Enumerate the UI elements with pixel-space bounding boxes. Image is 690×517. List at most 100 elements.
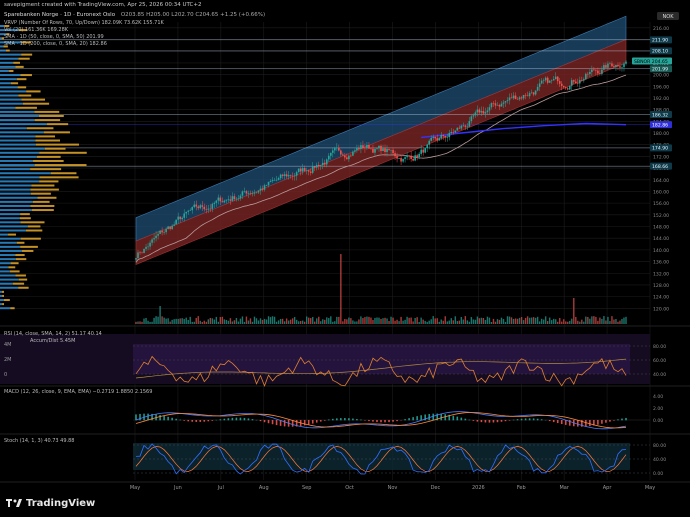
macd-hist-bar xyxy=(199,420,202,422)
vrvp-up-bar xyxy=(0,176,40,179)
volume-bar xyxy=(380,318,382,324)
volume-bar xyxy=(225,319,228,324)
volume-bar xyxy=(384,317,386,324)
macd-hist-bar xyxy=(139,413,141,421)
candle-body xyxy=(617,64,619,67)
volume-bar xyxy=(221,316,224,324)
candle-body xyxy=(338,147,340,151)
vrvp-down-bar xyxy=(43,131,70,134)
sma200-legend[interactable]: SMA · 1D (200, close, 0, SMA, 20) 182.86 xyxy=(4,41,107,47)
vrvp-legend[interactable]: VRVP (Number Of Rows, 70, Up/Down) 182.0… xyxy=(4,20,164,26)
candle-body xyxy=(498,104,501,107)
vrvp-up-bar xyxy=(0,180,40,183)
rsi-tick-2: 40.00 xyxy=(653,372,666,378)
rsi-legend[interactable]: RSI (14, close, SMA, 14, 2) 51.17 40.14 xyxy=(4,331,102,337)
macd-hist-bar xyxy=(452,415,455,421)
candle-body xyxy=(416,155,418,158)
candle-body xyxy=(366,145,368,149)
candle-body xyxy=(460,125,463,129)
candle-body xyxy=(281,174,284,176)
candle-body xyxy=(478,109,481,113)
candle-body xyxy=(185,211,188,214)
candle-body xyxy=(494,103,497,106)
sma50-legend[interactable]: SMA · 1D (50, close, 0, SMA, 50) 201.99 xyxy=(4,34,104,40)
volume-bar xyxy=(432,316,434,324)
candle-body xyxy=(209,208,212,210)
vrvp-up-bar xyxy=(0,45,4,48)
volume-bar xyxy=(285,318,288,324)
volume-bar xyxy=(603,316,605,324)
tradingview-logo-icon xyxy=(6,499,22,507)
vrvp-down-bar xyxy=(30,204,55,207)
vrvp-down-bar xyxy=(21,53,33,56)
macd-hist-bar xyxy=(468,419,471,421)
stoch-legend[interactable]: Stoch (14, 1, 3) 40.73 49.88 xyxy=(4,438,75,444)
tradingview-footer[interactable]: TradingView xyxy=(6,498,95,509)
volume-bar xyxy=(444,316,446,324)
volume-bar xyxy=(376,317,378,324)
volume-bar xyxy=(382,318,384,324)
volume-bar xyxy=(575,316,577,324)
candle-body xyxy=(454,130,457,133)
volume-bar xyxy=(605,320,607,324)
volume-bar xyxy=(619,320,621,324)
vrvp-down-bar xyxy=(5,49,10,52)
volume-bar xyxy=(528,317,531,324)
volume-bar xyxy=(177,318,179,324)
rsi-band xyxy=(133,344,630,374)
price-chart[interactable]: May Jun Jul Aug Sep Oct Nov Dec 2026 Feb Mar Apr May… xyxy=(0,0,690,517)
candle-body xyxy=(183,213,185,218)
macd-hist-bar xyxy=(231,417,234,421)
candle-body xyxy=(207,208,210,210)
candle-body xyxy=(462,125,465,127)
macd-tick-1: 2.00 xyxy=(653,406,663,412)
volume-bar xyxy=(141,321,143,324)
vrvp-up-bar xyxy=(0,110,35,113)
macd-tick-0: 4.00 xyxy=(653,394,663,400)
candle-body xyxy=(227,199,230,200)
volume-bar xyxy=(394,320,396,324)
vol-legend[interactable]: Vol (20) 161.36K 169.28K xyxy=(4,27,68,33)
vrvp-down-bar xyxy=(35,135,56,138)
volume-bar xyxy=(143,318,145,324)
candle-body xyxy=(516,98,519,100)
macd-hist-bar xyxy=(356,419,358,421)
macd-legend[interactable]: MACD (12, 26, close, 9, EMA, EMA) −0.271… xyxy=(4,389,152,395)
candle-body xyxy=(408,155,410,157)
candle-body xyxy=(458,127,461,129)
volume-bar xyxy=(510,317,513,324)
volume-bar xyxy=(597,320,599,324)
volume-bar xyxy=(191,321,193,324)
candle-body xyxy=(239,195,242,199)
candle-body xyxy=(149,242,151,247)
candle-body xyxy=(275,179,278,181)
candle-body xyxy=(311,166,314,173)
volume-bar xyxy=(372,320,374,324)
candle-body xyxy=(404,157,406,159)
y-tick-label-11: 164.00 xyxy=(653,178,669,184)
macd-hist-bar xyxy=(147,413,149,421)
candle-body xyxy=(279,174,282,179)
macd-hist-bar xyxy=(332,418,334,421)
volume-bar xyxy=(613,319,615,324)
volume-bar xyxy=(370,317,372,324)
volume-bar xyxy=(243,321,246,324)
volume-bar xyxy=(332,321,334,324)
candle-body xyxy=(587,73,589,75)
macd-hist-bar xyxy=(552,420,555,423)
volume-bar xyxy=(255,318,258,324)
ohlc-values: O203.85 H205.00 L202.70 C204.65 +1.25 (+… xyxy=(120,12,266,18)
volume-bar xyxy=(490,321,493,324)
macd-hist-bar xyxy=(364,420,366,421)
vrvp-down-bar xyxy=(1,290,5,293)
vrvp-up-bar xyxy=(0,168,31,171)
candle-body xyxy=(167,226,169,230)
macd-hist-bar xyxy=(223,418,226,421)
candle-body xyxy=(414,155,416,161)
price-tag-label-1: 208.10 xyxy=(652,49,668,55)
candle-body xyxy=(544,77,547,81)
vrvp-down-bar xyxy=(16,78,27,81)
candle-body xyxy=(550,80,553,82)
volume-bar xyxy=(147,320,149,324)
accum-legend[interactable]: Accum/Dist 5.45M xyxy=(30,338,75,344)
